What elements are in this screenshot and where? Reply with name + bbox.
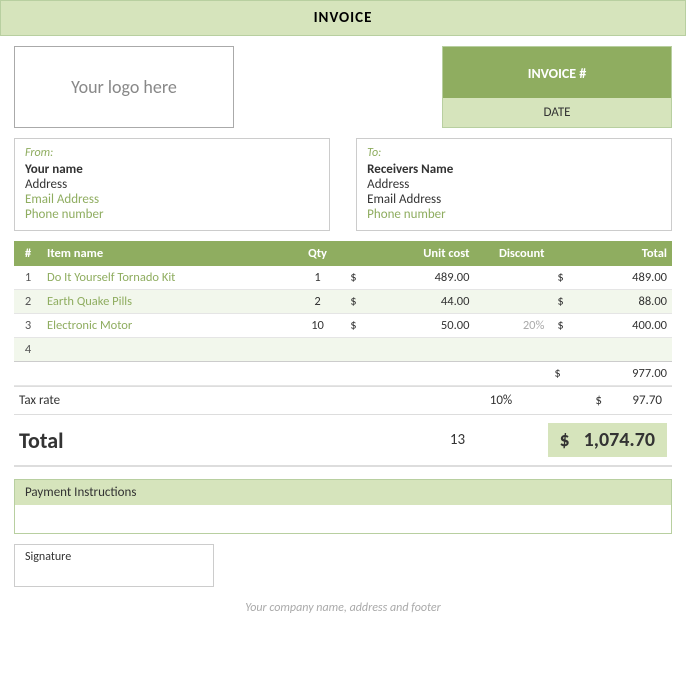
col-qty: Qty [293, 241, 343, 266]
payment-body [15, 505, 671, 533]
invoice-page: INVOICE Your logo here INVOICE # DATE Fr… [0, 0, 686, 698]
tax-amount: 97.70 [602, 393, 667, 408]
table-header-row: # Item name Qty Unit cost Discount Total [14, 241, 672, 266]
invoice-meta: INVOICE # DATE [442, 46, 672, 128]
from-name: Your name [25, 162, 319, 177]
to-label: To: [367, 146, 661, 160]
subtotal-row: $ 977.00 [14, 362, 672, 386]
table-row: 2 Earth Quake Pills 2 $ 44.00 $ 88.00 [14, 290, 672, 314]
subtotal-dollar: $ [549, 362, 565, 386]
signature-section: Signature [14, 544, 672, 587]
invoice-date-label: DATE [443, 98, 671, 127]
tax-row: Tax rate 10% $ 97.70 [14, 386, 672, 415]
total-qty: 13 [428, 431, 488, 449]
invoice-number-label: INVOICE # [443, 47, 671, 98]
from-to-section: From: Your name Address Email Address Ph… [0, 138, 686, 241]
to-email: Email Address [367, 192, 661, 207]
from-phone: Phone number [25, 207, 319, 222]
col-hash: # [14, 241, 42, 266]
footer: Your company name, address and footer [0, 587, 686, 623]
logo-box: Your logo here [14, 46, 234, 128]
tax-dollar: $ [586, 393, 602, 408]
col-item: Item name [42, 241, 293, 266]
items-table: # Item name Qty Unit cost Discount Total… [14, 241, 672, 386]
table-row: 4 [14, 338, 672, 362]
to-phone: Phone number [367, 207, 661, 222]
subtotal-spacer [14, 362, 549, 386]
items-section: # Item name Qty Unit cost Discount Total… [0, 241, 686, 386]
col-discount: Discount [474, 241, 549, 266]
from-email: Email Address [25, 192, 319, 207]
payment-box: Payment Instructions [14, 479, 672, 534]
from-label: From: [25, 146, 319, 160]
total-amount: 1,074.70 [584, 428, 655, 452]
tax-rate: 10% [476, 393, 526, 408]
total-dollar-sign: $ [560, 428, 570, 452]
total-label: Total [19, 427, 428, 454]
from-address: Address [25, 177, 319, 192]
to-address: Address [367, 177, 661, 192]
signature-label: Signature [25, 550, 71, 564]
top-section: Your logo here INVOICE # DATE [0, 36, 686, 138]
to-name: Receivers Name [367, 162, 661, 177]
table-row: 3 Electronic Motor 10 $ 50.00 20% $ 400.… [14, 314, 672, 338]
from-box: From: Your name Address Email Address Ph… [14, 138, 330, 231]
payment-header: Payment Instructions [15, 480, 671, 505]
to-box: To: Receivers Name Address Email Address… [356, 138, 672, 231]
col-total: Total [549, 241, 672, 266]
payment-section: Payment Instructions [14, 479, 672, 534]
col-unit-cost: Unit cost [343, 241, 475, 266]
signature-box: Signature [14, 544, 214, 587]
total-row: Total 13 $ 1,074.70 [14, 415, 672, 467]
table-row: 1 Do It Yourself Tornado Kit 1 $ 489.00 … [14, 266, 672, 290]
invoice-title: INVOICE [0, 0, 686, 36]
logo-text: Your logo here [71, 76, 177, 98]
subtotal-value: 977.00 [566, 362, 672, 386]
tax-label: Tax rate [19, 393, 476, 408]
